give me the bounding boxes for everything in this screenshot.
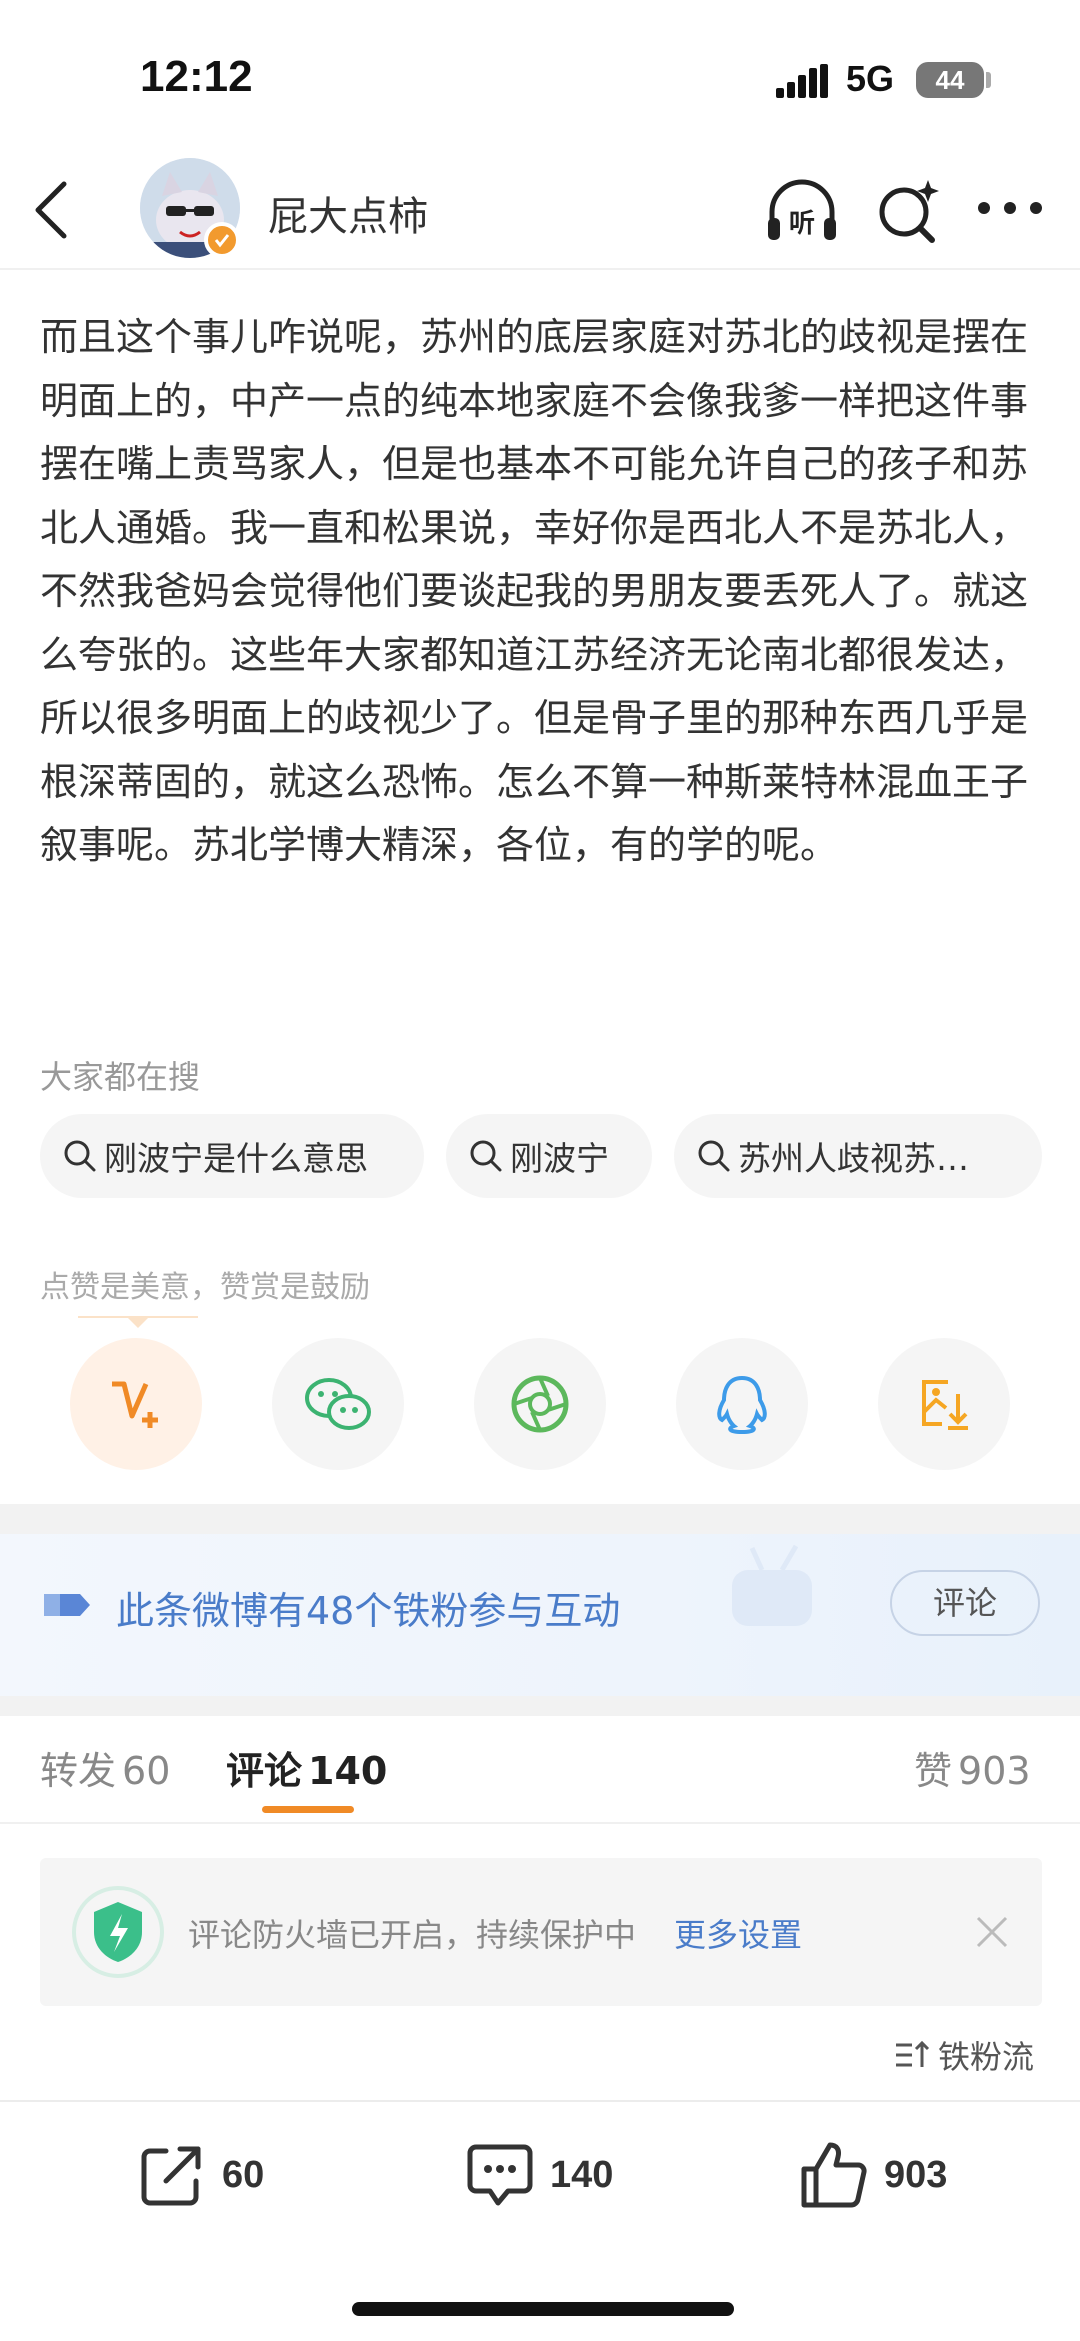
like-button[interactable]: 903 [798, 2130, 947, 2220]
comment-button[interactable]: 140 [464, 2130, 613, 2220]
share-wechat-button[interactable] [272, 1338, 404, 1470]
tooltip-arrow [126, 1316, 150, 1328]
search-sparkle-icon [879, 180, 939, 243]
like-count: 903 [884, 2153, 948, 2196]
search-button[interactable] [868, 172, 948, 252]
sort-icon [896, 2040, 930, 2067]
bottom-bar-divider [0, 2100, 1080, 2102]
save-image-button[interactable] [878, 1338, 1010, 1470]
section-separator [0, 1696, 1080, 1716]
tab-repost-label: 转发 [40, 1749, 117, 1793]
share-moments-button[interactable] [474, 1338, 606, 1470]
qq-icon [717, 1375, 767, 1435]
share-qq-button[interactable] [676, 1338, 808, 1470]
tab-like-count: 903 [958, 1749, 1031, 1793]
shield-icon [72, 1886, 164, 1978]
tab-comment-count: 140 [308, 1749, 388, 1793]
search-icon [64, 1140, 96, 1172]
battery-cap [986, 72, 991, 88]
repost-count: 60 [222, 2153, 265, 2196]
active-tab-indicator [262, 1806, 354, 1813]
search-chip[interactable]: 苏州人歧视苏… [674, 1114, 1042, 1198]
repost-button[interactable]: 60 [136, 2130, 264, 2220]
search-chip-label: 苏州人歧视苏… [738, 1139, 969, 1178]
listen-icon-text: 听 [789, 209, 815, 239]
repost-share-icon [141, 2146, 201, 2206]
status-time: 12:12 [140, 52, 253, 101]
tab-like-label: 赞 [914, 1749, 953, 1793]
sort-label: 铁粉流 [938, 2038, 1035, 2076]
fans-interaction-text: 此条微博有48个铁粉参与互动 [116, 1589, 621, 1633]
tv-mascot-icon [732, 1544, 812, 1626]
headphones-icon: 听 [768, 179, 836, 240]
reward-v-plus-icon [112, 1381, 158, 1428]
network-type: 5G [846, 58, 895, 99]
thumbs-up-icon [801, 2142, 867, 2208]
tab-like[interactable]: 赞 903 [914, 1740, 1031, 1795]
post-body-text: 而且这个事儿咋说呢，苏州的底层家庭对苏北的歧视是摆在明面上的，中产一点的纯本地家… [40, 315, 1029, 867]
search-icon [470, 1140, 502, 1172]
sort-toggle[interactable]: 铁粉流 [892, 2032, 1034, 2078]
search-chip-label: 刚波宁是什么意思 [104, 1139, 368, 1178]
section-separator [0, 1504, 1080, 1534]
tab-repost-count: 60 [122, 1749, 171, 1793]
trending-search-title: 大家都在搜 [40, 1058, 201, 1096]
reward-title: 点赞是美意，赞赏是鼓励 [40, 1270, 370, 1305]
more-button[interactable] [970, 172, 1050, 252]
comment-count: 140 [550, 2153, 614, 2196]
comment-bubble-icon [467, 2144, 533, 2206]
close-icon[interactable] [972, 1912, 1012, 1952]
verified-badge-icon [204, 222, 240, 258]
signal-icon [776, 64, 828, 98]
save-image-icon [922, 1380, 968, 1430]
tabs-divider [0, 1822, 1080, 1824]
fans-badge-icon [44, 1594, 90, 1616]
tab-repost[interactable]: 转发 60 [40, 1740, 170, 1795]
search-chip-label: 刚波宁 [510, 1139, 609, 1178]
tab-comment-label: 评论 [226, 1749, 303, 1793]
tab-comment[interactable]: 评论 140 [226, 1740, 387, 1795]
banner-comment-button[interactable]: 评论 [890, 1570, 1040, 1636]
search-chip[interactable]: 刚波宁 [446, 1114, 652, 1198]
firewall-status-text: 评论防火墙已开启，持续保护中 [188, 1916, 637, 1954]
wechat-icon [305, 1378, 371, 1430]
listen-button[interactable]: 听 [762, 172, 842, 252]
search-chip[interactable]: 刚波宁是什么意思 [40, 1114, 424, 1198]
search-icon [698, 1140, 730, 1172]
battery-indicator: 44 [916, 62, 984, 98]
home-indicator[interactable] [352, 2302, 734, 2316]
header-divider [0, 268, 1080, 270]
back-icon[interactable] [28, 178, 76, 242]
firewall-settings-link[interactable]: 更多设置 [674, 1910, 802, 1956]
reward-button[interactable] [70, 1338, 202, 1470]
username[interactable]: 屁大点柿 [268, 184, 428, 242]
moments-icon [511, 1375, 569, 1433]
more-dots-icon [978, 202, 1042, 214]
